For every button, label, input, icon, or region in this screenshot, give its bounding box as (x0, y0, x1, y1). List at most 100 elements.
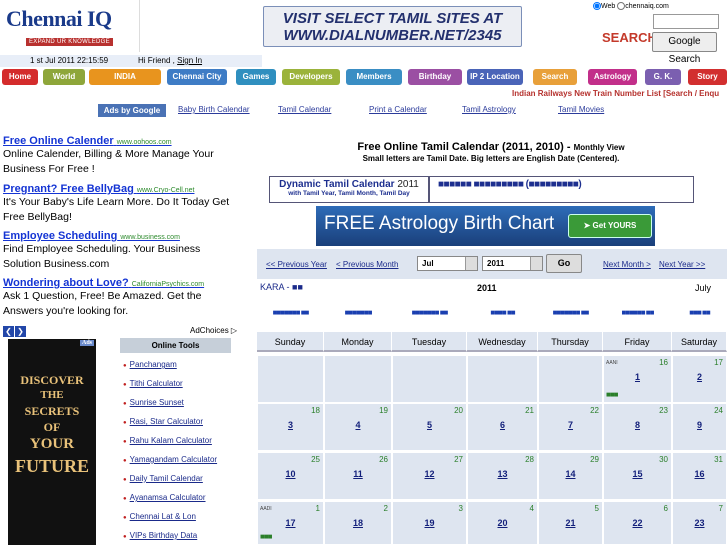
next-year-link[interactable]: Next Year >> (659, 260, 705, 269)
calendar-day-cell[interactable]: 20 5 (392, 403, 467, 451)
chevron-left-icon[interactable]: ❮ (3, 326, 14, 337)
english-date[interactable]: 10 (258, 469, 323, 479)
english-date[interactable]: 13 (468, 469, 537, 479)
calendar-day-cell[interactable]: 3 19 (392, 501, 467, 545)
ad-title[interactable]: Pregnant? Free BellyBag (3, 183, 134, 195)
search-input[interactable] (653, 14, 719, 29)
english-date[interactable]: 6 (468, 420, 537, 430)
english-date[interactable]: 19 (393, 518, 466, 528)
tool-link[interactable]: Tithi Calculator (123, 379, 183, 388)
ad-title[interactable]: Free Online Calender (3, 135, 114, 147)
next-month-link[interactable]: Next Month > (603, 260, 651, 269)
ad-item[interactable]: Free Online Calender www.oohoos.com Onli… (3, 135, 241, 177)
tool-link[interactable]: Rasi, Star Calculator (123, 417, 203, 426)
calendar-day-cell[interactable]: 28 13 (467, 452, 538, 500)
english-date[interactable]: 21 (539, 518, 602, 528)
tool-link[interactable]: Sunrise Sunset (123, 398, 184, 407)
calendar-day-cell[interactable]: 16 1 AANI ■■■ (603, 355, 672, 403)
english-date[interactable]: 4 (325, 420, 391, 430)
calendar-day-cell[interactable]: 25 10 (257, 452, 324, 500)
english-date[interactable]: 15 (604, 469, 671, 479)
astrology-ad[interactable]: FREE Astrology Birth Chart ➤ Get YOURS (316, 206, 655, 246)
google-search-button[interactable]: Google Search (652, 32, 717, 65)
calendar-day-cell[interactable]: 17 2 (672, 355, 727, 403)
calendar-day-cell[interactable]: 26 11 (324, 452, 392, 500)
nav-members[interactable]: Members (346, 69, 402, 85)
chevron-right-icon[interactable]: ❯ (15, 326, 26, 337)
english-date[interactable]: 20 (468, 518, 537, 528)
ad-item[interactable]: Employee Scheduling www.business.com Fin… (3, 230, 241, 272)
link-tamil-astrology[interactable]: Tamil Astrology (462, 105, 516, 114)
english-date[interactable]: 16 (673, 469, 726, 479)
calendar-day-cell[interactable]: 22 7 (538, 403, 603, 451)
nav-astrology[interactable]: Astrology (588, 69, 637, 85)
english-date[interactable]: 7 (539, 420, 602, 430)
nav-home[interactable]: Home (2, 69, 38, 85)
link-baby-birth-calendar[interactable]: Baby Birth Calendar (178, 105, 250, 114)
english-date[interactable]: 23 (673, 518, 726, 528)
english-date[interactable]: 17 (258, 518, 323, 528)
english-date[interactable]: 8 (604, 420, 671, 430)
link-tamil-movies[interactable]: Tamil Movies (558, 105, 604, 114)
radio-web[interactable] (593, 2, 601, 10)
news-ticker[interactable]: Indian Railways New Train Number List [S… (512, 89, 719, 98)
english-date[interactable]: 11 (325, 469, 391, 479)
nav-chennai-city[interactable]: Chennai City (167, 69, 227, 85)
adchoices-link[interactable]: AdChoices ▷ (190, 326, 237, 335)
nav-developers[interactable]: Developers (282, 69, 340, 85)
go-button[interactable]: Go (546, 254, 582, 273)
link-print-calendar[interactable]: Print a Calendar (369, 105, 427, 114)
english-date[interactable]: 5 (393, 420, 466, 430)
site-logo[interactable]: Chennai IQ EXPAND UR KNOWLEDGE (0, 0, 140, 52)
calendar-day-cell[interactable]: 29 14 (538, 452, 603, 500)
calendar-day-cell[interactable]: 27 12 (392, 452, 467, 500)
tool-link[interactable]: Panchangam (123, 360, 177, 369)
calendar-day-cell[interactable]: 24 9 (672, 403, 727, 451)
calendar-day-cell[interactable]: 6 22 (603, 501, 672, 545)
link-tamil-calendar[interactable]: Tamil Calendar (278, 105, 331, 114)
nav-birthday[interactable]: Birthday (408, 69, 462, 85)
banner-ad[interactable]: VISIT SELECT TAMIL SITES AT WWW.DIALNUMB… (263, 6, 522, 47)
nav-story[interactable]: Story (688, 69, 727, 85)
calendar-day-cell[interactable]: 30 15 (603, 452, 672, 500)
calendar-day-cell[interactable]: 31 16 (672, 452, 727, 500)
calendar-day-cell[interactable]: 23 8 (603, 403, 672, 451)
tool-link[interactable]: Daily Tamil Calendar (123, 474, 203, 483)
nav-search[interactable]: Search (533, 69, 577, 85)
nav-ip-2-location[interactable]: IP 2 Location (467, 69, 523, 85)
nav-world[interactable]: World (43, 69, 85, 85)
tool-link[interactable]: Rahu Kalam Calculator (123, 436, 212, 445)
english-date[interactable]: 18 (325, 518, 391, 528)
get-yours-button[interactable]: ➤ Get YOURS (568, 214, 652, 238)
calendar-day-cell[interactable]: 21 6 (467, 403, 538, 451)
calendar-day-cell[interactable]: 5 21 (538, 501, 603, 545)
dynamic-calendar-link[interactable]: Dynamic Tamil Calendar 2011 with Tamil Y… (269, 176, 429, 203)
english-date[interactable]: 12 (393, 469, 466, 479)
ad-title[interactable]: Wondering about Love? (3, 277, 129, 289)
future-ad[interactable]: Ads DISCOVER THE SECRETS OF YOUR FUTURE (8, 339, 96, 545)
calendar-day-cell[interactable]: 18 3 (257, 403, 324, 451)
english-date[interactable]: 14 (539, 469, 602, 479)
english-date[interactable]: 2 (673, 372, 726, 382)
calendar-day-cell[interactable]: 2 18 (324, 501, 392, 545)
nav-india[interactable]: INDIA (89, 69, 161, 85)
calendar-day-cell[interactable]: 1 17 AADI ■■■ (257, 501, 324, 545)
prev-month-link[interactable]: < Previous Month (336, 260, 398, 269)
ad-title[interactable]: Employee Scheduling (3, 230, 117, 242)
ads-by-google[interactable]: Ads by Google (98, 104, 166, 117)
month-select[interactable]: Jul (417, 256, 478, 271)
nav-g-k[interactable]: G. K. (645, 69, 681, 85)
tool-link[interactable]: VIPs Birthday Data (123, 531, 198, 540)
english-date[interactable]: 9 (673, 420, 726, 430)
nav-games[interactable]: Games (236, 69, 276, 85)
prev-year-link[interactable]: << Previous Year (266, 260, 327, 269)
tool-link[interactable]: Chennai Lat & Lon (123, 512, 196, 521)
calendar-day-cell[interactable]: 19 4 (324, 403, 392, 451)
tool-link[interactable]: Yamagandam Calculator (123, 455, 217, 464)
year-select[interactable]: 2011 (482, 256, 543, 271)
english-date[interactable]: 22 (604, 518, 671, 528)
calendar-day-cell[interactable]: 4 20 (467, 501, 538, 545)
english-date[interactable]: 1 (604, 372, 671, 382)
calendar-day-cell[interactable]: 7 23 (672, 501, 727, 545)
tool-link[interactable]: Ayanamsa Calculator (123, 493, 206, 502)
